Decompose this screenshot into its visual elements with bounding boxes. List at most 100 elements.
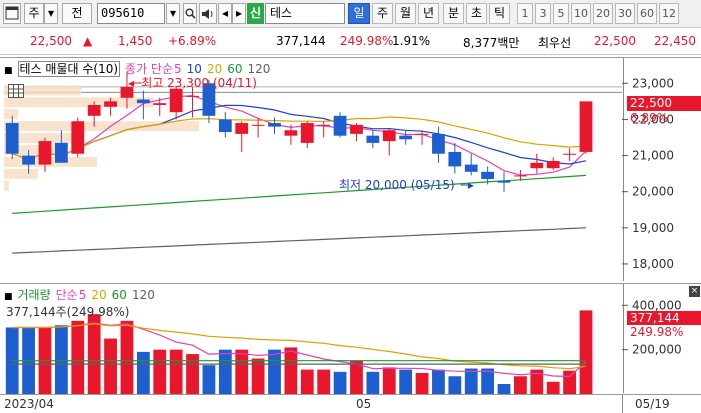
candle-body bbox=[169, 88, 183, 113]
price-axis-label: 18,000 bbox=[632, 257, 674, 271]
candle-body bbox=[382, 130, 396, 142]
price-legend-title: 테스 매물대 수(10) bbox=[17, 61, 121, 77]
price-chart[interactable]: 23,00022,00021,00020,00019,00018,000 bbox=[0, 58, 701, 282]
volume-bar bbox=[382, 367, 396, 394]
current-volume-tag: 377,144 bbox=[627, 311, 701, 325]
candle-body bbox=[284, 130, 298, 136]
candle-body bbox=[350, 124, 363, 134]
best-ask-price: 22,450 bbox=[654, 34, 696, 48]
best-quote-label: 최우선 bbox=[538, 36, 572, 50]
volume-chart-panel[interactable]: 400,000 200,000 ■ 거래량 단순5 20 60 120 377,144주(2… bbox=[0, 283, 701, 394]
volume-bar bbox=[202, 365, 216, 394]
arrow-right-icon: ─▸ bbox=[460, 178, 474, 192]
grid-toggle-icon[interactable] bbox=[8, 84, 24, 98]
volume-value-label: 377,144주(249.98%) bbox=[6, 305, 130, 319]
volume-bar bbox=[169, 349, 183, 394]
interval-3-button[interactable]: 3 bbox=[535, 3, 551, 24]
up-arrow-icon: ▲ bbox=[83, 34, 93, 48]
trade-amount: 8,377백만 bbox=[463, 36, 520, 50]
interval-60-button[interactable]: 60 bbox=[637, 3, 657, 24]
chart-type-menu-label: 주 bbox=[28, 6, 40, 20]
window-icon[interactable] bbox=[3, 3, 21, 24]
best-bid-price: 22,500 bbox=[594, 34, 636, 48]
high-annotation-text: 최고 23,300 (04/11) bbox=[141, 76, 257, 90]
chart-toolbar: 주 ▾ 전 095610 ▾ ◂ ▸ 신 테스 일 주 월 년 분 초 틱 1 … bbox=[0, 0, 701, 28]
price-change-pct: +6.89% bbox=[168, 34, 217, 48]
candle-body bbox=[432, 133, 445, 154]
volume-legend-title: 거래량 bbox=[17, 288, 51, 302]
date-axis: 2023/04 05 05/19 bbox=[0, 394, 701, 413]
candle-body bbox=[136, 99, 150, 104]
candle-body bbox=[497, 180, 511, 183]
candlestick-series bbox=[5, 72, 593, 192]
interval-10-button[interactable]: 10 bbox=[571, 3, 591, 24]
candle-body bbox=[563, 153, 576, 155]
volume-bar bbox=[546, 381, 560, 394]
speaker-icon[interactable] bbox=[199, 3, 217, 24]
volume-bar bbox=[153, 349, 167, 394]
timeframe-week-tab[interactable]: 주 bbox=[372, 3, 393, 24]
low-annotation: 최저 20,000 (05/15) ─▸ bbox=[339, 176, 474, 193]
price-axis-label: 19,000 bbox=[632, 221, 674, 235]
timeframe-day-tab[interactable]: 일 bbox=[348, 3, 370, 24]
turnover-rate: 1.91% bbox=[392, 34, 431, 48]
current-pct-tag: 6.89% bbox=[630, 111, 668, 125]
date-label-start: 2023/04 bbox=[4, 397, 54, 411]
timeframe-year-tab[interactable]: 년 bbox=[418, 3, 439, 24]
volume-profile-bar bbox=[4, 168, 38, 179]
interval-20-button[interactable]: 20 bbox=[593, 3, 613, 24]
interval-30-button[interactable]: 30 bbox=[615, 3, 635, 24]
volume-bar bbox=[120, 320, 134, 394]
ma120-line bbox=[12, 227, 587, 254]
interval-12-button[interactable]: 12 bbox=[659, 3, 679, 24]
candle-body bbox=[366, 135, 380, 143]
chevron-down-icon[interactable]: ▾ bbox=[44, 3, 58, 24]
timeframe-second-tab[interactable]: 초 bbox=[466, 3, 487, 24]
volume-ratio: 249.98% bbox=[340, 34, 394, 48]
legend-marker-icon: ■ bbox=[4, 66, 13, 76]
current-price-tag: 22,500 bbox=[627, 96, 701, 111]
search-icon[interactable] bbox=[183, 3, 197, 24]
current-volume-tag-text: 377,144 bbox=[630, 311, 680, 325]
price-change: 1,450 bbox=[118, 34, 153, 48]
candle-body bbox=[300, 123, 314, 143]
price-chart-panel[interactable]: 23,000 22,000 21,000 20,000 19,000 18,000 ■ 테스… bbox=[0, 57, 701, 281]
current-price-tag-text: 22,500 bbox=[630, 96, 672, 110]
candle-body bbox=[268, 123, 281, 127]
volume-legend-ma-label: 단순 bbox=[55, 288, 78, 302]
next-icon[interactable]: ▸ bbox=[232, 3, 246, 24]
volume-bar bbox=[415, 372, 429, 394]
volume-bar bbox=[235, 349, 249, 394]
date-label-may: 05 bbox=[356, 397, 372, 411]
volume-bar bbox=[104, 338, 117, 394]
chart-type-menu[interactable]: 주 bbox=[24, 3, 44, 24]
interval-1-button[interactable]: 1 bbox=[517, 3, 533, 24]
candle-body bbox=[38, 141, 52, 165]
volume-bar bbox=[448, 376, 462, 394]
price-axis-label: 20,000 bbox=[632, 185, 674, 199]
volume-bar bbox=[579, 310, 593, 394]
period-select[interactable]: 전 bbox=[62, 3, 92, 24]
stock-name-field[interactable]: 테스 bbox=[265, 3, 345, 24]
close-icon[interactable]: × bbox=[689, 286, 700, 297]
credit-badge: 신 bbox=[247, 3, 264, 24]
volume-bar bbox=[218, 349, 232, 394]
prev-icon[interactable]: ◂ bbox=[218, 3, 232, 24]
timeframe-minute-tab[interactable]: 분 bbox=[443, 3, 464, 24]
timeframe-tick-tab[interactable]: 틱 bbox=[489, 3, 510, 24]
candle-body bbox=[546, 160, 560, 169]
volume-value: 377,144 bbox=[276, 34, 326, 48]
volume-bar bbox=[399, 369, 413, 394]
code-dropdown-icon[interactable]: ▾ bbox=[166, 3, 180, 24]
candle-body bbox=[251, 124, 265, 126]
interval-5-button[interactable]: 5 bbox=[553, 3, 569, 24]
current-volume-pct: 249.98% bbox=[630, 325, 683, 339]
volume-bar bbox=[366, 371, 380, 394]
stock-code-input[interactable]: 095610 bbox=[97, 3, 165, 24]
timeframe-month-tab[interactable]: 월 bbox=[395, 3, 416, 24]
vol-ma120-legend: 120 bbox=[131, 288, 155, 302]
volume-bar bbox=[497, 384, 511, 394]
candle-body bbox=[153, 103, 167, 105]
candle-body bbox=[464, 164, 478, 172]
high-annotation: ◂─최고 23,300 (04/11) bbox=[128, 74, 257, 91]
